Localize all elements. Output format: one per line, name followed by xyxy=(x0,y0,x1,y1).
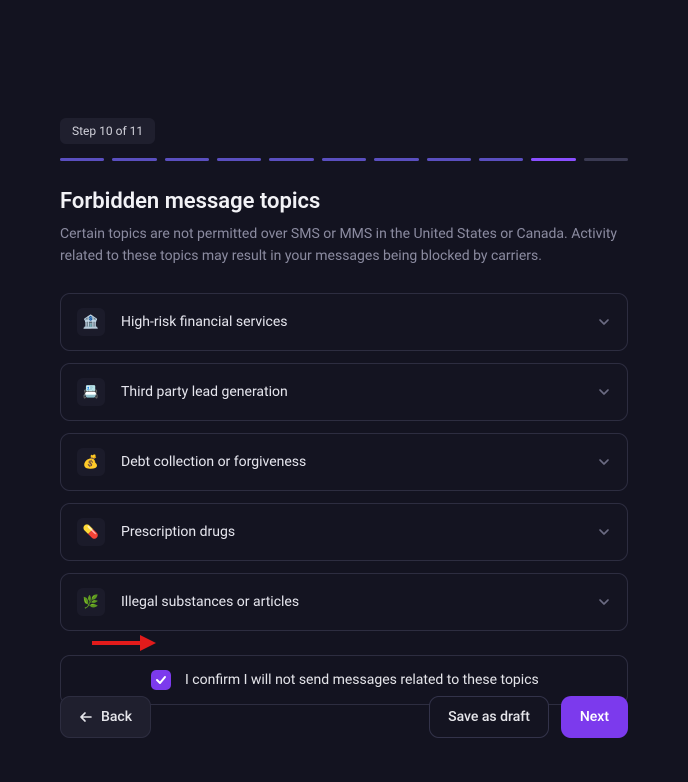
progress-segment xyxy=(112,158,156,161)
chevron-down-icon xyxy=(597,455,611,469)
progress-segment xyxy=(531,158,575,161)
annotation-arrow-icon xyxy=(90,632,158,654)
arrow-left-icon xyxy=(79,710,93,724)
progress-segment xyxy=(60,158,104,161)
topic-row[interactable]: 🌿 Illegal substances or articles xyxy=(60,573,628,631)
confirm-checkbox[interactable] xyxy=(151,670,171,690)
topic-icon: 🏦 xyxy=(77,308,105,336)
progress-segment xyxy=(479,158,523,161)
progress-bar xyxy=(60,158,628,161)
footer-actions: Back Save as draft Next xyxy=(60,696,628,738)
check-icon xyxy=(155,674,167,686)
topic-label: Debt collection or forgiveness xyxy=(121,454,581,470)
chevron-down-icon xyxy=(597,525,611,539)
topic-row[interactable]: 💰 Debt collection or forgiveness xyxy=(60,433,628,491)
confirm-label: I confirm I will not send messages relat… xyxy=(185,672,539,688)
progress-segment xyxy=(374,158,418,161)
topic-icon: 🌿 xyxy=(77,588,105,616)
topic-icon: 💰 xyxy=(77,448,105,476)
topic-label: Third party lead generation xyxy=(121,384,581,400)
topic-icon: 💊 xyxy=(77,518,105,546)
save-draft-button[interactable]: Save as draft xyxy=(429,696,549,738)
progress-segment xyxy=(427,158,471,161)
topic-label: Prescription drugs xyxy=(121,524,581,540)
progress-segment xyxy=(217,158,261,161)
chevron-down-icon xyxy=(597,315,611,329)
progress-segment xyxy=(322,158,366,161)
progress-segment xyxy=(165,158,209,161)
topic-label: Illegal substances or articles xyxy=(121,594,581,610)
page-subtitle: Certain topics are not permitted over SM… xyxy=(60,224,628,267)
next-button[interactable]: Next xyxy=(561,696,628,738)
topics-accordion: 🏦 High-risk financial services 📇 Third part… xyxy=(60,293,628,631)
chevron-down-icon xyxy=(597,385,611,399)
progress-segment xyxy=(584,158,628,161)
topic-label: High-risk financial services xyxy=(121,314,581,330)
topic-row[interactable]: 📇 Third party lead generation xyxy=(60,363,628,421)
save-draft-label: Save as draft xyxy=(448,709,530,725)
page-title: Forbidden message topics xyxy=(60,189,628,214)
topic-icon: 📇 xyxy=(77,378,105,406)
topic-row[interactable]: 💊 Prescription drugs xyxy=(60,503,628,561)
step-label: Step 10 of 11 xyxy=(60,118,155,144)
topic-row[interactable]: 🏦 High-risk financial services xyxy=(60,293,628,351)
next-button-label: Next xyxy=(580,709,609,725)
back-button-label: Back xyxy=(101,709,132,725)
progress-segment xyxy=(269,158,313,161)
back-button[interactable]: Back xyxy=(60,696,151,738)
chevron-down-icon xyxy=(597,595,611,609)
